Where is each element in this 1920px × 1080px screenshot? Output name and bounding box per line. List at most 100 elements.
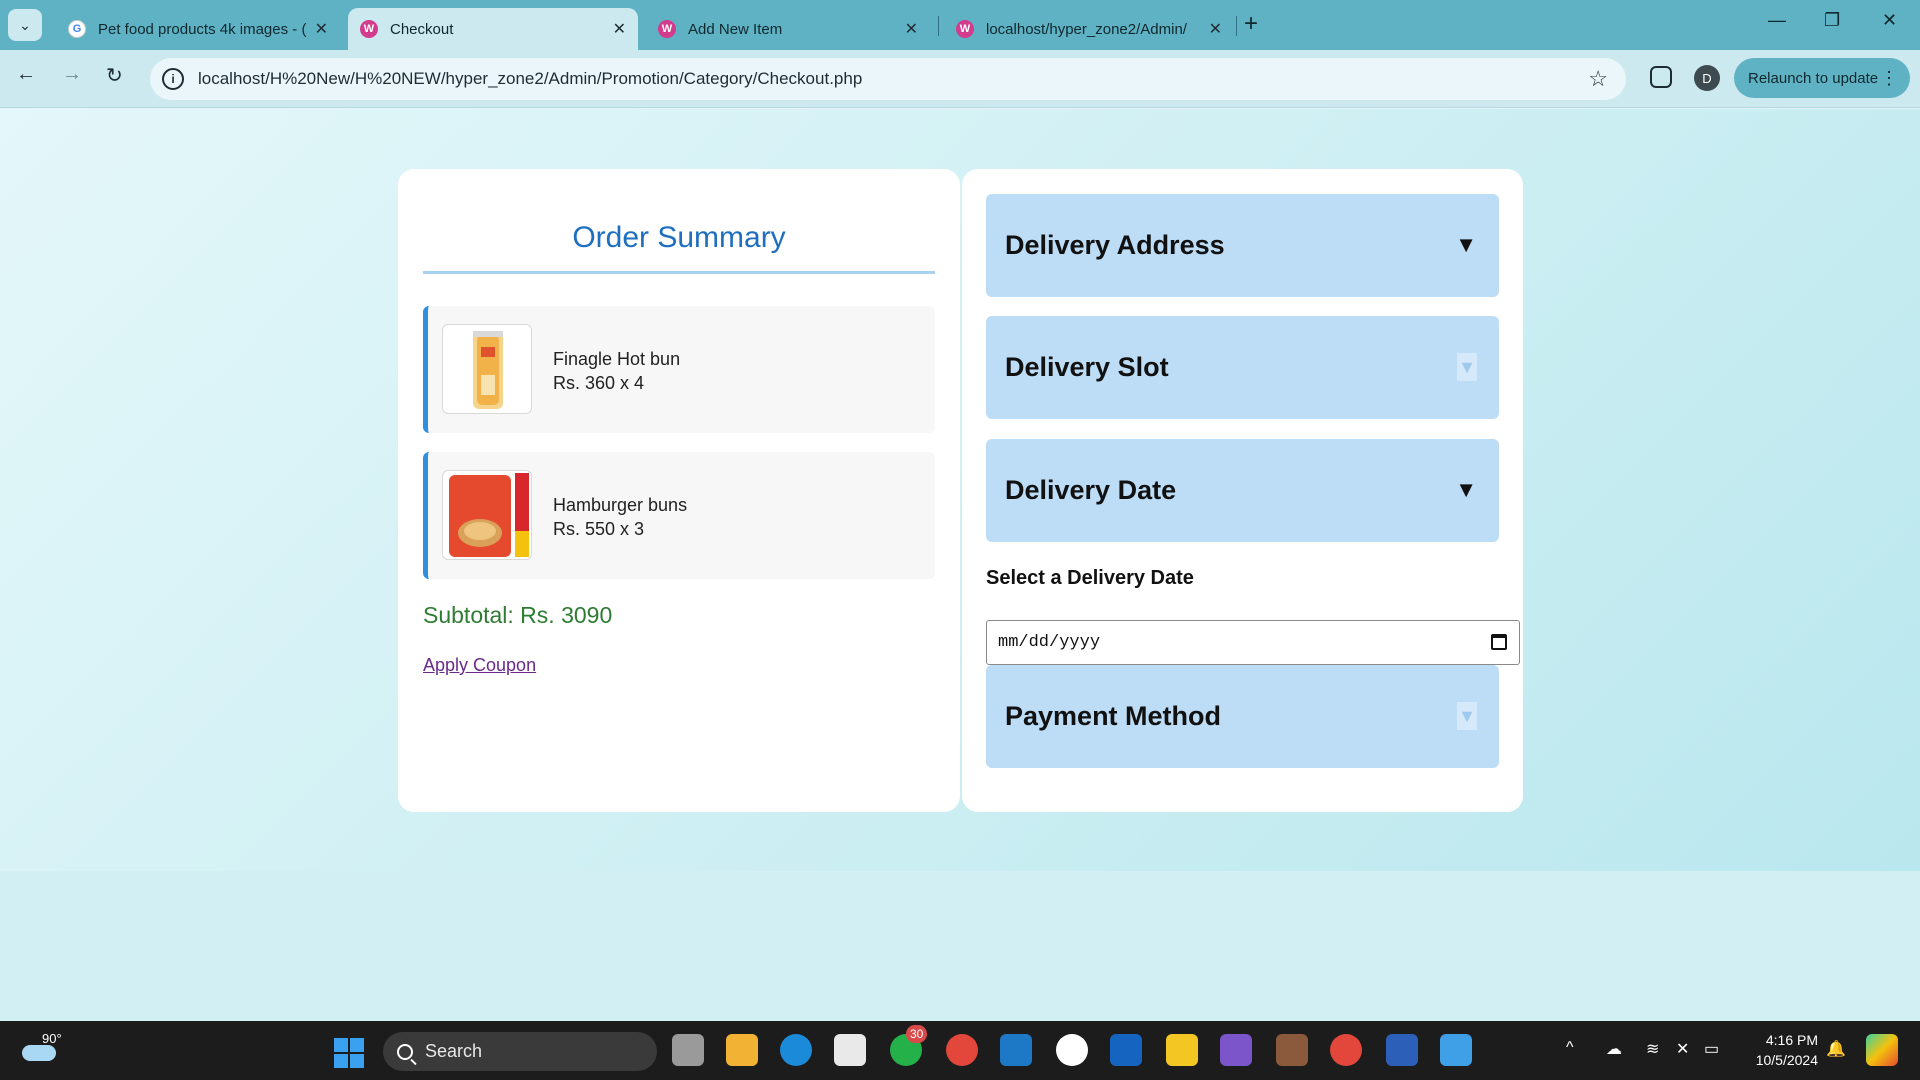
tab-localhost-admin[interactable]: W localhost/hyper_zone2/Admin/ ✕ — [944, 8, 1234, 50]
chrome-profile-icon[interactable] — [1330, 1034, 1362, 1066]
section-label: Payment Method — [1005, 701, 1222, 731]
webapp-icon: W — [956, 20, 974, 38]
close-icon[interactable]: ✕ — [613, 19, 626, 39]
tab-title: localhost/hyper_zone2/Admin/ — [986, 20, 1187, 38]
extension-icon[interactable] — [1650, 66, 1672, 88]
volume-muted-icon[interactable]: ✕ — [1676, 1039, 1689, 1059]
vscode-icon[interactable] — [1000, 1034, 1032, 1066]
delivery-address-section[interactable]: Delivery Address ▼ — [986, 194, 1499, 297]
notification-badge: 30 — [906, 1025, 928, 1043]
onedrive-icon[interactable]: ☁ — [1606, 1039, 1622, 1059]
product-image — [442, 324, 532, 414]
clock-time: 4:16 PM — [1765, 1032, 1818, 1048]
sticky-notes-icon[interactable] — [1166, 1034, 1198, 1066]
clock-date: 10/5/2024 — [1755, 1052, 1818, 1068]
photo-app-icon[interactable] — [1276, 1034, 1308, 1066]
tab-search-button[interactable]: ⌄ — [8, 9, 42, 41]
section-label: Delivery Address — [1005, 230, 1225, 260]
close-icon[interactable]: ✕ — [1209, 19, 1222, 39]
dropdown-arrow-icon: ▼ — [1455, 477, 1477, 502]
weather-widget[interactable]: 90° — [22, 1031, 62, 1063]
outlook-icon[interactable] — [1110, 1034, 1142, 1066]
tab-separator — [938, 16, 939, 36]
tab-separator — [1236, 16, 1237, 36]
system-clock[interactable]: 4:16 PM 10/5/2024 — [1742, 1030, 1818, 1070]
tab-add-new-item[interactable]: W Add New Item ✕ — [646, 8, 930, 50]
chrome-icon[interactable] — [946, 1034, 978, 1066]
google-icon: G — [68, 20, 86, 38]
url-text[interactable]: localhost/H%20New/H%20NEW/hyper_zone2/Ad… — [198, 69, 862, 89]
browser-toolbar: ← → ↻ i localhost/H%20New/H%20NEW/hyper_… — [0, 50, 1920, 108]
calendar-icon[interactable] — [1491, 634, 1507, 650]
product-image — [442, 470, 532, 560]
item-name: Finagle Hot bun — [553, 349, 681, 369]
tray-chevron-up-icon[interactable]: ^ — [1566, 1039, 1574, 1057]
order-summary-title: Order Summary — [572, 221, 786, 254]
task-view-icon[interactable] — [672, 1034, 704, 1066]
cloud-icon — [22, 1045, 56, 1061]
bookmark-star-icon[interactable]: ☆ — [1588, 66, 1608, 92]
store-icon[interactable] — [834, 1034, 866, 1066]
close-icon[interactable]: ✕ — [315, 19, 328, 39]
section-label: Delivery Date — [1005, 475, 1177, 505]
visual-studio-icon[interactable] — [1220, 1034, 1252, 1066]
delivery-date-section[interactable]: Delivery Date ▼ — [986, 439, 1499, 542]
dropdown-arrow-icon: ▼ — [1457, 353, 1477, 381]
new-tab-button[interactable]: + — [1244, 10, 1258, 38]
dropdown-arrow-icon: ▼ — [1455, 232, 1477, 257]
tab-title: Checkout — [390, 20, 454, 38]
search-label: Search — [425, 1041, 483, 1061]
delivery-slot-section[interactable]: Delivery Slot ▼ — [986, 316, 1499, 419]
close-icon[interactable]: ✕ — [905, 19, 918, 39]
menu-dots-icon[interactable]: ⋮ — [1880, 68, 1898, 89]
order-summary-card: Order Summary Finagle Hot bun Rs. 360 x … — [398, 169, 960, 812]
file-explorer-icon[interactable] — [726, 1034, 758, 1066]
cart-item: Finagle Hot bun Rs. 360 x 4 — [423, 306, 935, 433]
apply-coupon-link[interactable]: Apply Coupon — [423, 655, 536, 676]
windows-taskbar: 90° Search 30 ^ ☁ ≋ ✕ ▭ 4:16 PM 10/5/202… — [0, 1021, 1920, 1080]
edge-icon[interactable] — [780, 1034, 812, 1066]
section-label: Delivery Slot — [1005, 352, 1169, 382]
minimize-icon[interactable]: — — [1768, 10, 1786, 31]
item-price: Rs. 360 x 4 — [553, 373, 645, 393]
browser-tab-bar: ⌄ G Pet food products 4k images - ( ✕ W … — [0, 0, 1920, 50]
checkout-card: Delivery Address ▼ Delivery Slot ▼ Deliv… — [962, 169, 1523, 812]
title-divider — [423, 271, 935, 274]
subtotal: Subtotal: Rs. 3090 — [423, 602, 613, 628]
webapp-icon: W — [360, 20, 378, 38]
copilot-icon[interactable] — [1866, 1034, 1898, 1066]
whatsapp-desktop-icon[interactable] — [1056, 1034, 1088, 1066]
relaunch-label: Relaunch to update — [1748, 69, 1879, 87]
temperature: 90° — [42, 1031, 62, 1046]
tab-pet-food[interactable]: G Pet food products 4k images - ( ✕ — [56, 8, 340, 50]
tab-checkout[interactable]: W Checkout ✕ — [348, 8, 638, 50]
chevron-down-icon: ⌄ — [19, 16, 31, 33]
tab-title: Pet food products 4k images - ( — [98, 20, 307, 38]
notification-bell-icon[interactable]: 🔔 — [1826, 1039, 1846, 1059]
page-lower-area — [0, 871, 1920, 1021]
forward-icon[interactable]: → — [62, 63, 82, 86]
profile-avatar[interactable]: D — [1694, 65, 1720, 91]
delivery-date-input[interactable]: mm/dd/yyyy — [986, 620, 1520, 665]
relaunch-button[interactable]: Relaunch to update ⋮ — [1734, 58, 1910, 98]
battery-icon[interactable]: ▭ — [1704, 1039, 1719, 1059]
restore-icon[interactable]: ❐ — [1824, 10, 1840, 31]
payment-method-section[interactable]: Payment Method ▼ — [986, 665, 1499, 768]
tab-title: Add New Item — [688, 20, 783, 38]
taskbar-search[interactable]: Search — [383, 1032, 657, 1071]
dropdown-arrow-icon: ▼ — [1457, 702, 1477, 730]
word-icon[interactable] — [1386, 1034, 1418, 1066]
site-info-icon[interactable]: i — [162, 68, 184, 90]
cart-item: Hamburger buns Rs. 550 x 3 — [423, 452, 935, 579]
windows-start-icon[interactable] — [334, 1038, 364, 1068]
date-placeholder: mm/dd/yyyy — [998, 633, 1101, 652]
notepad-icon[interactable] — [1440, 1034, 1472, 1066]
search-icon — [397, 1043, 413, 1060]
item-price: Rs. 550 x 3 — [553, 519, 645, 539]
address-bar[interactable]: i localhost/H%20New/H%20NEW/hyper_zone2/… — [150, 58, 1626, 100]
window-close-icon[interactable]: ✕ — [1882, 10, 1897, 31]
wifi-icon[interactable]: ≋ — [1646, 1039, 1659, 1059]
item-name: Hamburger buns — [553, 495, 688, 515]
reload-icon[interactable]: ↻ — [106, 63, 123, 88]
back-icon[interactable]: ← — [16, 63, 36, 86]
